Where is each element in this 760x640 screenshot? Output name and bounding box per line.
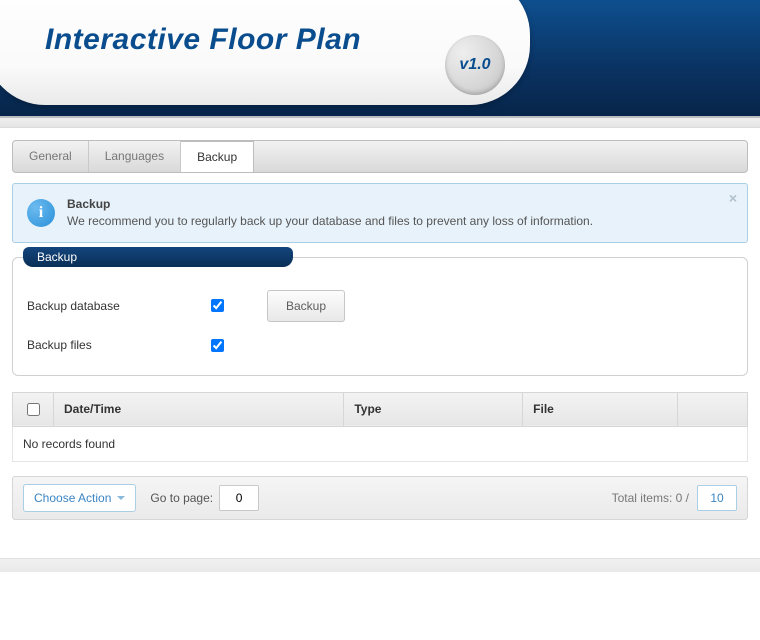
checkbox-select-all[interactable] (27, 403, 40, 416)
empty-message: No records found (13, 426, 748, 461)
choose-action-label: Choose Action (34, 491, 111, 505)
column-type[interactable]: Type (344, 392, 523, 426)
app-title: Interactive Floor Plan (45, 23, 361, 57)
go-to-page: Go to page: (150, 485, 259, 511)
row-backup-files: Backup files (27, 336, 733, 355)
page-footer-band (0, 558, 760, 572)
per-page-input[interactable] (697, 485, 737, 511)
table-row-empty: No records found (13, 426, 748, 461)
tab-backup[interactable]: Backup (181, 141, 254, 172)
page-input[interactable] (219, 485, 259, 511)
fieldset-legend: Backup (23, 247, 293, 267)
chevron-down-icon (117, 496, 125, 500)
label-backup-files: Backup files (27, 338, 207, 352)
info-title: Backup (67, 197, 110, 211)
label-backup-database: Backup database (27, 299, 207, 313)
tab-bar: General Languages Backup (12, 140, 748, 173)
backup-button[interactable]: Backup (267, 290, 345, 322)
records-table: Date/Time Type File No records found (12, 392, 748, 462)
table-footer: Choose Action Go to page: Total items: 0… (12, 476, 748, 520)
checkbox-backup-files[interactable] (211, 339, 224, 352)
choose-action-dropdown[interactable]: Choose Action (23, 484, 136, 512)
go-to-page-label: Go to page: (150, 491, 213, 505)
app-header: Interactive Floor Plan v1.0 (0, 0, 760, 118)
tab-general[interactable]: General (13, 141, 89, 172)
column-file[interactable]: File (523, 392, 678, 426)
column-datetime[interactable]: Date/Time (54, 392, 344, 426)
checkbox-backup-database[interactable] (211, 299, 224, 312)
row-backup-database: Backup database Backup (27, 290, 733, 322)
info-banner: i Backup We recommend you to regularly b… (12, 183, 748, 243)
close-icon[interactable]: × (729, 190, 737, 206)
info-icon: i (27, 199, 55, 227)
tab-languages[interactable]: Languages (89, 141, 181, 172)
info-message: We recommend you to regularly back up yo… (67, 214, 593, 228)
version-badge: v1.0 (445, 35, 505, 95)
column-select-all (13, 392, 54, 426)
total-items-label: Total items: 0 / (612, 491, 689, 505)
backup-fieldset: Backup Backup database Backup Backup fil… (12, 257, 748, 376)
column-actions (678, 392, 748, 426)
content-area: General Languages Backup i Backup We rec… (0, 128, 760, 532)
info-text: Backup We recommend you to regularly bac… (67, 196, 593, 230)
header-divider (0, 118, 760, 128)
